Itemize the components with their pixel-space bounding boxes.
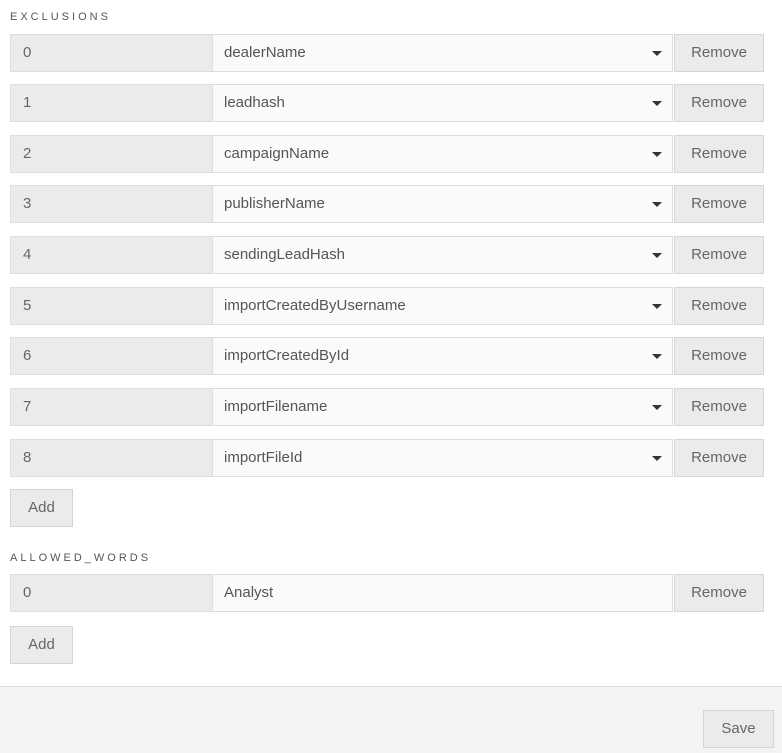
- exclusion-index: 0: [10, 34, 225, 72]
- allowed-word-value: Analyst: [224, 584, 274, 601]
- allowed-word-input[interactable]: Analyst: [212, 574, 673, 612]
- remove-button[interactable]: Remove: [674, 34, 764, 72]
- chevron-down-icon: [652, 456, 662, 461]
- exclusion-select[interactable]: importCreatedById: [212, 337, 673, 375]
- exclusion-row: 3 publisherName Remove: [10, 185, 764, 223]
- allowed-words-add-button[interactable]: Add: [10, 626, 73, 664]
- exclusion-index: 4: [10, 236, 225, 274]
- exclusion-index: 8: [10, 439, 225, 477]
- save-button[interactable]: Save: [703, 710, 774, 748]
- remove-button[interactable]: Remove: [674, 84, 764, 122]
- exclusion-index: 2: [10, 135, 225, 173]
- exclusion-select-value: dealerName: [224, 44, 306, 61]
- exclusion-row: 5 importCreatedByUsername Remove: [10, 287, 764, 325]
- exclusion-row: 4 sendingLeadHash Remove: [10, 236, 764, 274]
- chevron-down-icon: [652, 405, 662, 410]
- exclusion-select-value: importCreatedByUsername: [224, 297, 406, 314]
- exclusion-select[interactable]: leadhash: [212, 84, 673, 122]
- allowed-word-index: 0: [10, 574, 225, 612]
- remove-button[interactable]: Remove: [674, 439, 764, 477]
- exclusion-select-value: importFilename: [224, 398, 328, 415]
- footer-bar: Save: [0, 686, 782, 753]
- exclusions-add-button[interactable]: Add: [10, 489, 73, 527]
- exclusion-row: 0 dealerName Remove: [10, 34, 764, 72]
- exclusion-select-value: importCreatedById: [224, 347, 350, 364]
- remove-button[interactable]: Remove: [674, 236, 764, 274]
- allowed-word-row: 0 Analyst Remove: [10, 574, 764, 612]
- exclusion-select[interactable]: publisherName: [212, 185, 673, 223]
- exclusion-row: 6 importCreatedById Remove: [10, 337, 764, 375]
- chevron-down-icon: [652, 152, 662, 157]
- exclusion-select-value: campaignName: [224, 145, 330, 162]
- settings-page: EXCLUSIONS 0 dealerName Remove 1 leadhas…: [0, 0, 782, 753]
- exclusion-row: 8 importFileId Remove: [10, 439, 764, 477]
- remove-button[interactable]: Remove: [674, 574, 764, 612]
- exclusion-index: 5: [10, 287, 225, 325]
- exclusion-select[interactable]: dealerName: [212, 34, 673, 72]
- exclusion-select[interactable]: importFilename: [212, 388, 673, 426]
- exclusion-select[interactable]: campaignName: [212, 135, 673, 173]
- exclusion-select-value: sendingLeadHash: [224, 246, 345, 263]
- chevron-down-icon: [652, 253, 662, 258]
- remove-button[interactable]: Remove: [674, 185, 764, 223]
- chevron-down-icon: [652, 354, 662, 359]
- exclusion-index: 1: [10, 84, 225, 122]
- exclusions-title: EXCLUSIONS: [10, 11, 111, 23]
- exclusion-select[interactable]: sendingLeadHash: [212, 236, 673, 274]
- remove-button[interactable]: Remove: [674, 388, 764, 426]
- exclusion-row: 7 importFilename Remove: [10, 388, 764, 426]
- exclusion-row: 2 campaignName Remove: [10, 135, 764, 173]
- chevron-down-icon: [652, 304, 662, 309]
- remove-button[interactable]: Remove: [674, 135, 764, 173]
- chevron-down-icon: [652, 101, 662, 106]
- exclusion-select-value: publisherName: [224, 195, 325, 212]
- chevron-down-icon: [652, 51, 662, 56]
- exclusion-select-value: leadhash: [224, 94, 285, 111]
- exclusion-select-value: importFileId: [224, 449, 303, 466]
- exclusion-row: 1 leadhash Remove: [10, 84, 764, 122]
- remove-button[interactable]: Remove: [674, 337, 764, 375]
- allowed-words-title: ALLOWED_WORDS: [10, 552, 152, 564]
- exclusion-select[interactable]: importCreatedByUsername: [212, 287, 673, 325]
- remove-button[interactable]: Remove: [674, 287, 764, 325]
- chevron-down-icon: [652, 202, 662, 207]
- exclusion-index: 7: [10, 388, 225, 426]
- exclusion-select[interactable]: importFileId: [212, 439, 673, 477]
- exclusion-index: 3: [10, 185, 225, 223]
- exclusion-index: 6: [10, 337, 225, 375]
